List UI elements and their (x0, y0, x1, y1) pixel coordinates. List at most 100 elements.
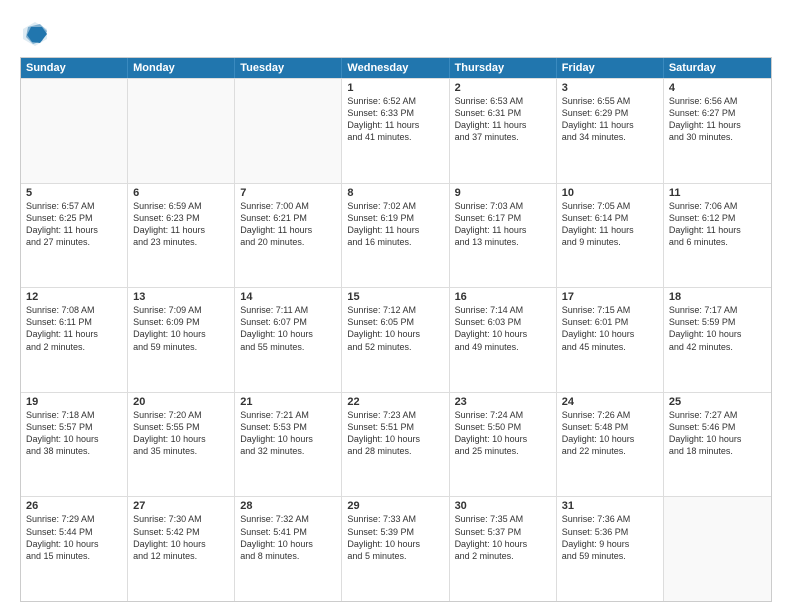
day-info: Sunrise: 7:15 AM Sunset: 6:01 PM Dayligh… (562, 304, 658, 353)
day-cell-27: 27Sunrise: 7:30 AM Sunset: 5:42 PM Dayli… (128, 497, 235, 601)
day-cell-22: 22Sunrise: 7:23 AM Sunset: 5:51 PM Dayli… (342, 393, 449, 497)
empty-cell (21, 79, 128, 183)
week-row-3: 12Sunrise: 7:08 AM Sunset: 6:11 PM Dayli… (21, 287, 771, 392)
day-info: Sunrise: 7:35 AM Sunset: 5:37 PM Dayligh… (455, 513, 551, 562)
day-cell-26: 26Sunrise: 7:29 AM Sunset: 5:44 PM Dayli… (21, 497, 128, 601)
day-info: Sunrise: 7:30 AM Sunset: 5:42 PM Dayligh… (133, 513, 229, 562)
day-cell-7: 7Sunrise: 7:00 AM Sunset: 6:21 PM Daylig… (235, 184, 342, 288)
calendar: SundayMondayTuesdayWednesdayThursdayFrid… (20, 57, 772, 602)
day-number: 27 (133, 500, 229, 512)
empty-cell (235, 79, 342, 183)
day-number: 29 (347, 500, 443, 512)
day-number: 10 (562, 187, 658, 199)
day-cell-28: 28Sunrise: 7:32 AM Sunset: 5:41 PM Dayli… (235, 497, 342, 601)
day-info: Sunrise: 7:08 AM Sunset: 6:11 PM Dayligh… (26, 304, 122, 353)
day-number: 22 (347, 396, 443, 408)
day-number: 31 (562, 500, 658, 512)
day-cell-5: 5Sunrise: 6:57 AM Sunset: 6:25 PM Daylig… (21, 184, 128, 288)
header-day-sunday: Sunday (21, 58, 128, 78)
day-number: 15 (347, 291, 443, 303)
day-info: Sunrise: 7:02 AM Sunset: 6:19 PM Dayligh… (347, 200, 443, 249)
day-cell-8: 8Sunrise: 7:02 AM Sunset: 6:19 PM Daylig… (342, 184, 449, 288)
day-cell-23: 23Sunrise: 7:24 AM Sunset: 5:50 PM Dayli… (450, 393, 557, 497)
week-row-2: 5Sunrise: 6:57 AM Sunset: 6:25 PM Daylig… (21, 183, 771, 288)
day-number: 26 (26, 500, 122, 512)
day-cell-3: 3Sunrise: 6:55 AM Sunset: 6:29 PM Daylig… (557, 79, 664, 183)
day-number: 16 (455, 291, 551, 303)
day-number: 8 (347, 187, 443, 199)
calendar-header: SundayMondayTuesdayWednesdayThursdayFrid… (21, 58, 771, 78)
day-info: Sunrise: 6:59 AM Sunset: 6:23 PM Dayligh… (133, 200, 229, 249)
day-info: Sunrise: 7:09 AM Sunset: 6:09 PM Dayligh… (133, 304, 229, 353)
day-info: Sunrise: 7:05 AM Sunset: 6:14 PM Dayligh… (562, 200, 658, 249)
day-number: 28 (240, 500, 336, 512)
day-cell-6: 6Sunrise: 6:59 AM Sunset: 6:23 PM Daylig… (128, 184, 235, 288)
day-info: Sunrise: 7:18 AM Sunset: 5:57 PM Dayligh… (26, 409, 122, 458)
day-info: Sunrise: 7:12 AM Sunset: 6:05 PM Dayligh… (347, 304, 443, 353)
day-number: 13 (133, 291, 229, 303)
day-number: 14 (240, 291, 336, 303)
day-info: Sunrise: 7:23 AM Sunset: 5:51 PM Dayligh… (347, 409, 443, 458)
day-info: Sunrise: 7:00 AM Sunset: 6:21 PM Dayligh… (240, 200, 336, 249)
week-row-4: 19Sunrise: 7:18 AM Sunset: 5:57 PM Dayli… (21, 392, 771, 497)
day-cell-30: 30Sunrise: 7:35 AM Sunset: 5:37 PM Dayli… (450, 497, 557, 601)
week-row-1: 1Sunrise: 6:52 AM Sunset: 6:33 PM Daylig… (21, 78, 771, 183)
day-cell-9: 9Sunrise: 7:03 AM Sunset: 6:17 PM Daylig… (450, 184, 557, 288)
day-cell-20: 20Sunrise: 7:20 AM Sunset: 5:55 PM Dayli… (128, 393, 235, 497)
day-cell-31: 31Sunrise: 7:36 AM Sunset: 5:36 PM Dayli… (557, 497, 664, 601)
header-day-wednesday: Wednesday (342, 58, 449, 78)
day-info: Sunrise: 7:26 AM Sunset: 5:48 PM Dayligh… (562, 409, 658, 458)
day-info: Sunrise: 6:55 AM Sunset: 6:29 PM Dayligh… (562, 95, 658, 144)
day-number: 11 (669, 187, 766, 199)
day-cell-4: 4Sunrise: 6:56 AM Sunset: 6:27 PM Daylig… (664, 79, 771, 183)
day-cell-25: 25Sunrise: 7:27 AM Sunset: 5:46 PM Dayli… (664, 393, 771, 497)
day-cell-17: 17Sunrise: 7:15 AM Sunset: 6:01 PM Dayli… (557, 288, 664, 392)
day-number: 25 (669, 396, 766, 408)
day-number: 30 (455, 500, 551, 512)
day-cell-2: 2Sunrise: 6:53 AM Sunset: 6:31 PM Daylig… (450, 79, 557, 183)
day-info: Sunrise: 7:11 AM Sunset: 6:07 PM Dayligh… (240, 304, 336, 353)
day-number: 1 (347, 82, 443, 94)
day-info: Sunrise: 6:53 AM Sunset: 6:31 PM Dayligh… (455, 95, 551, 144)
day-info: Sunrise: 7:21 AM Sunset: 5:53 PM Dayligh… (240, 409, 336, 458)
header-day-monday: Monday (128, 58, 235, 78)
week-row-5: 26Sunrise: 7:29 AM Sunset: 5:44 PM Dayli… (21, 496, 771, 601)
header (20, 15, 772, 49)
day-cell-11: 11Sunrise: 7:06 AM Sunset: 6:12 PM Dayli… (664, 184, 771, 288)
logo-icon (20, 19, 50, 49)
day-number: 12 (26, 291, 122, 303)
day-info: Sunrise: 7:17 AM Sunset: 5:59 PM Dayligh… (669, 304, 766, 353)
day-info: Sunrise: 7:33 AM Sunset: 5:39 PM Dayligh… (347, 513, 443, 562)
day-cell-21: 21Sunrise: 7:21 AM Sunset: 5:53 PM Dayli… (235, 393, 342, 497)
day-cell-14: 14Sunrise: 7:11 AM Sunset: 6:07 PM Dayli… (235, 288, 342, 392)
day-cell-29: 29Sunrise: 7:33 AM Sunset: 5:39 PM Dayli… (342, 497, 449, 601)
day-number: 5 (26, 187, 122, 199)
day-info: Sunrise: 6:57 AM Sunset: 6:25 PM Dayligh… (26, 200, 122, 249)
day-number: 9 (455, 187, 551, 199)
day-number: 23 (455, 396, 551, 408)
page: SundayMondayTuesdayWednesdayThursdayFrid… (0, 0, 792, 612)
day-number: 18 (669, 291, 766, 303)
day-number: 17 (562, 291, 658, 303)
logo (20, 19, 54, 49)
day-info: Sunrise: 7:24 AM Sunset: 5:50 PM Dayligh… (455, 409, 551, 458)
day-number: 3 (562, 82, 658, 94)
day-info: Sunrise: 7:32 AM Sunset: 5:41 PM Dayligh… (240, 513, 336, 562)
day-info: Sunrise: 7:03 AM Sunset: 6:17 PM Dayligh… (455, 200, 551, 249)
day-info: Sunrise: 7:14 AM Sunset: 6:03 PM Dayligh… (455, 304, 551, 353)
day-info: Sunrise: 7:36 AM Sunset: 5:36 PM Dayligh… (562, 513, 658, 562)
day-number: 4 (669, 82, 766, 94)
day-info: Sunrise: 7:20 AM Sunset: 5:55 PM Dayligh… (133, 409, 229, 458)
header-day-friday: Friday (557, 58, 664, 78)
empty-cell (664, 497, 771, 601)
day-cell-10: 10Sunrise: 7:05 AM Sunset: 6:14 PM Dayli… (557, 184, 664, 288)
day-number: 21 (240, 396, 336, 408)
day-info: Sunrise: 7:29 AM Sunset: 5:44 PM Dayligh… (26, 513, 122, 562)
empty-cell (128, 79, 235, 183)
day-cell-15: 15Sunrise: 7:12 AM Sunset: 6:05 PM Dayli… (342, 288, 449, 392)
day-number: 20 (133, 396, 229, 408)
header-day-thursday: Thursday (450, 58, 557, 78)
calendar-body: 1Sunrise: 6:52 AM Sunset: 6:33 PM Daylig… (21, 78, 771, 601)
header-day-tuesday: Tuesday (235, 58, 342, 78)
day-info: Sunrise: 6:52 AM Sunset: 6:33 PM Dayligh… (347, 95, 443, 144)
